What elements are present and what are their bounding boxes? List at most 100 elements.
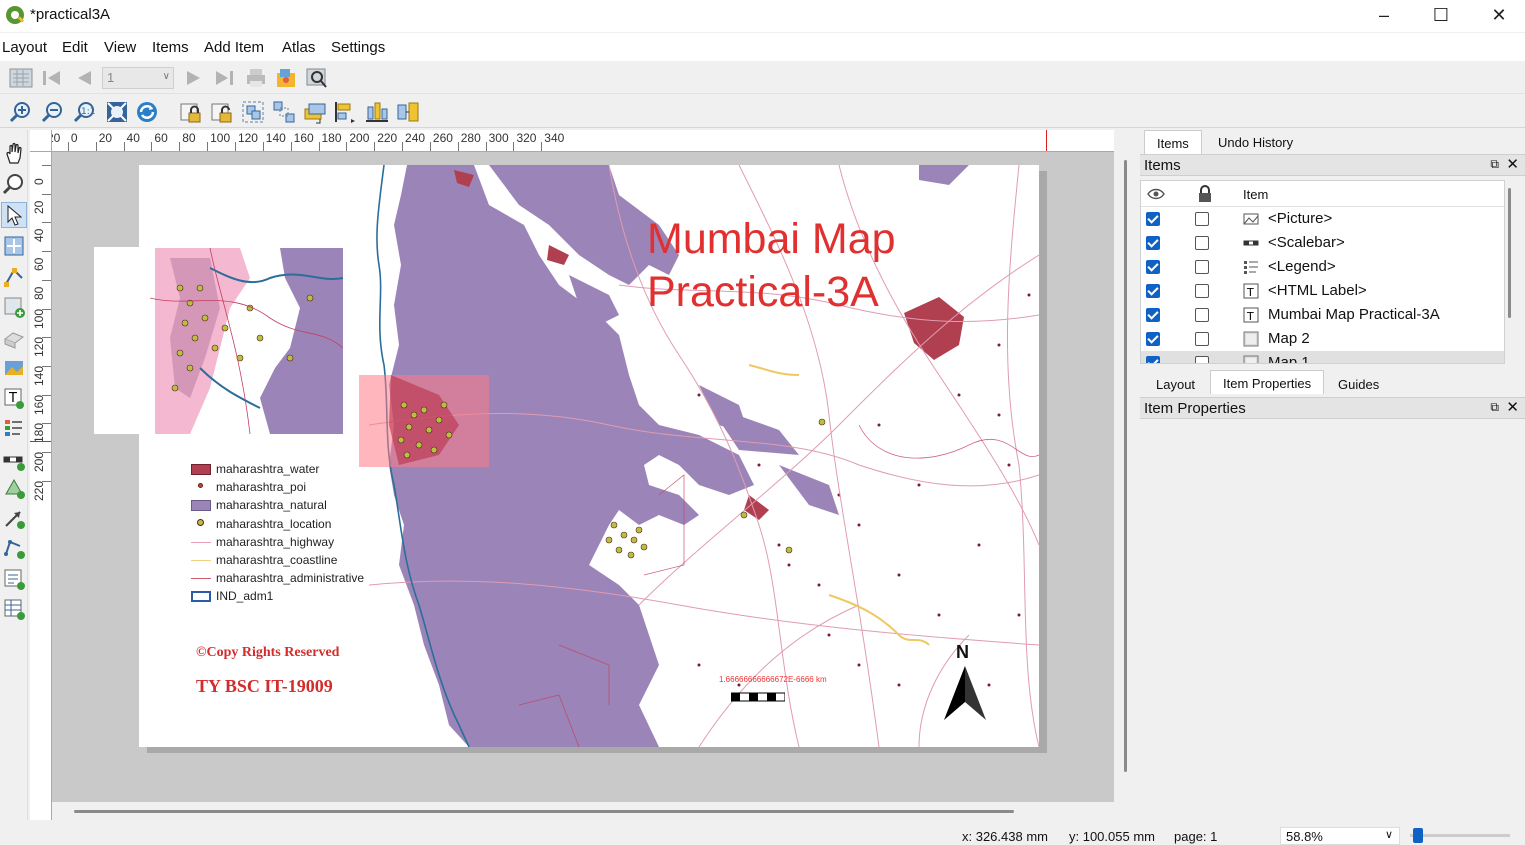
move-content-icon[interactable] [2,234,26,258]
menu-add-item[interactable]: Add Item [204,39,264,56]
add-map-icon[interactable] [2,295,26,319]
visibility-checkbox[interactable] [1146,356,1160,363]
ruler-label: 0 [70,131,78,145]
lock-checkbox[interactable] [1195,332,1209,346]
group-items-icon[interactable] [240,99,266,125]
zoom-in-icon[interactable] [8,99,34,125]
lock-checkbox[interactable] [1195,236,1209,250]
zoom-level-combo[interactable]: 58.8% ∨ [1280,827,1400,845]
atlas-settings-icon[interactable] [8,66,34,90]
horizontal-scroll-thumb[interactable] [74,810,1014,813]
visibility-checkbox[interactable] [1146,212,1160,226]
tab-item-properties[interactable]: Item Properties [1210,370,1325,394]
lock-checkbox[interactable] [1195,260,1209,274]
edit-nodes-icon[interactable] [2,264,26,288]
tab-items[interactable]: Items [1144,130,1202,154]
align-left-icon[interactable] [333,99,359,125]
menu-settings[interactable]: Settings [331,39,385,56]
items-tree-row[interactable]: <Picture> [1141,207,1504,231]
items-tree-row[interactable]: <Scalebar> [1141,231,1504,255]
vertical-ruler[interactable]: 0 20 40 60 80 100 120 140 160 180 200 220 [30,152,52,820]
zoom-out-icon[interactable] [40,99,66,125]
add-scalebar-icon[interactable] [2,448,26,472]
visibility-checkbox[interactable] [1146,284,1160,298]
export-atlas-images-icon[interactable] [274,66,300,90]
float-dock-icon[interactable]: ⧉ [1490,157,1499,172]
close-button[interactable]: ✕ [1470,0,1525,32]
next-feature-icon[interactable] [182,67,206,89]
lock-items-icon[interactable] [178,99,204,125]
scalebar-item[interactable]: 1.66666666666672E-6666 km [719,675,827,705]
add-html-icon[interactable] [2,567,26,591]
menu-layout[interactable]: Layout [2,39,47,56]
zoom-slider-handle[interactable] [1413,828,1423,843]
lock-checkbox[interactable] [1195,356,1209,363]
page-number-field[interactable]: 1 ∨ [102,67,174,89]
items-tree-scrollbar[interactable] [1508,188,1511,318]
last-feature-icon[interactable] [212,67,236,89]
visibility-checkbox[interactable] [1146,260,1160,274]
resize-items-icon[interactable] [395,99,421,125]
vertical-scroll-thumb[interactable] [1124,160,1127,772]
menu-edit[interactable]: Edit [62,39,88,56]
horizontal-ruler[interactable]: -20 0 20 40 60 80 100 120 140 160 180 200 220 240 260 2… [52,130,1114,152]
visibility-checkbox[interactable] [1146,308,1160,322]
vertical-scrollbar[interactable] [1116,130,1134,802]
tab-layout[interactable]: Layout [1144,372,1207,396]
pan-layout-icon[interactable] [2,142,26,166]
visibility-checkbox[interactable] [1146,236,1160,250]
add-attribute-table-icon[interactable] [2,597,26,621]
layout-page[interactable]: Mumbai Map Practical-3A maharashtra_wate… [139,165,1039,747]
add-node-item-icon[interactable] [2,536,26,560]
raise-items-icon[interactable] [302,99,328,125]
ruler-label: 40 [126,131,140,145]
previous-feature-icon[interactable] [72,67,96,89]
visibility-checkbox[interactable] [1146,332,1160,346]
ruler-label: 20 [98,131,113,145]
first-feature-icon[interactable] [40,67,64,89]
menu-atlas[interactable]: Atlas [282,39,315,56]
items-tree-row[interactable]: <Legend> [1141,255,1504,279]
close-dock-icon[interactable]: ✕ [1506,398,1519,416]
menu-view[interactable]: View [104,39,136,56]
author-label[interactable]: TY BSC IT-19009 [196,676,333,697]
tab-undo-history[interactable]: Undo History [1206,130,1305,154]
copyright-label[interactable]: ©Copy Rights Reserved [196,645,339,661]
zoom-tool-icon[interactable] [2,172,26,196]
maximize-button[interactable]: ☐ [1412,0,1470,32]
close-dock-icon[interactable]: ✕ [1506,155,1519,173]
add-3d-map-icon[interactable] [2,325,26,349]
print-atlas-icon[interactable] [244,66,268,90]
zoom-full-icon[interactable] [104,99,130,125]
minimize-button[interactable]: – [1355,0,1413,32]
horizontal-scrollbar[interactable] [52,802,1114,820]
tab-guides[interactable]: Guides [1326,372,1391,396]
lock-checkbox[interactable] [1195,284,1209,298]
ungroup-items-icon[interactable] [271,99,297,125]
add-arrow-icon[interactable] [2,506,26,530]
add-picture-icon[interactable] [2,356,26,380]
lock-checkbox[interactable] [1195,308,1209,322]
items-tree[interactable]: Item <Picture> <Scalebar> <Legend> T <HTML L… [1140,180,1505,364]
zoom-actual-icon[interactable]: 1:1 [72,99,98,125]
zoom-slider[interactable] [1410,828,1510,843]
items-tree-row[interactable]: T Mumbai Map Practical-3A [1141,303,1504,327]
float-dock-icon[interactable]: ⧉ [1490,400,1499,415]
map-title-label[interactable]: Mumbai Map Practical-3A [647,213,896,319]
add-label-icon[interactable]: T [2,386,26,410]
select-move-item-icon[interactable] [2,203,26,227]
legend-label: maharashtra_administrative [216,571,365,586]
lock-checkbox[interactable] [1195,212,1209,226]
export-atlas-settings-icon[interactable] [304,66,330,90]
layout-canvas[interactable]: Mumbai Map Practical-3A maharashtra_wate… [52,152,1114,802]
add-legend-icon[interactable] [2,416,26,440]
menu-items[interactable]: Items [152,39,189,56]
add-shape-icon[interactable] [2,476,26,500]
unlock-items-icon[interactable] [209,99,235,125]
distribute-icon[interactable] [364,99,390,125]
inset-map-item[interactable] [150,248,343,434]
refresh-icon[interactable] [134,99,160,125]
items-tree-row[interactable]: T <HTML Label> [1141,279,1504,303]
items-tree-row[interactable]: Map 1 [1141,351,1504,363]
items-tree-row[interactable]: Map 2 [1141,327,1504,351]
